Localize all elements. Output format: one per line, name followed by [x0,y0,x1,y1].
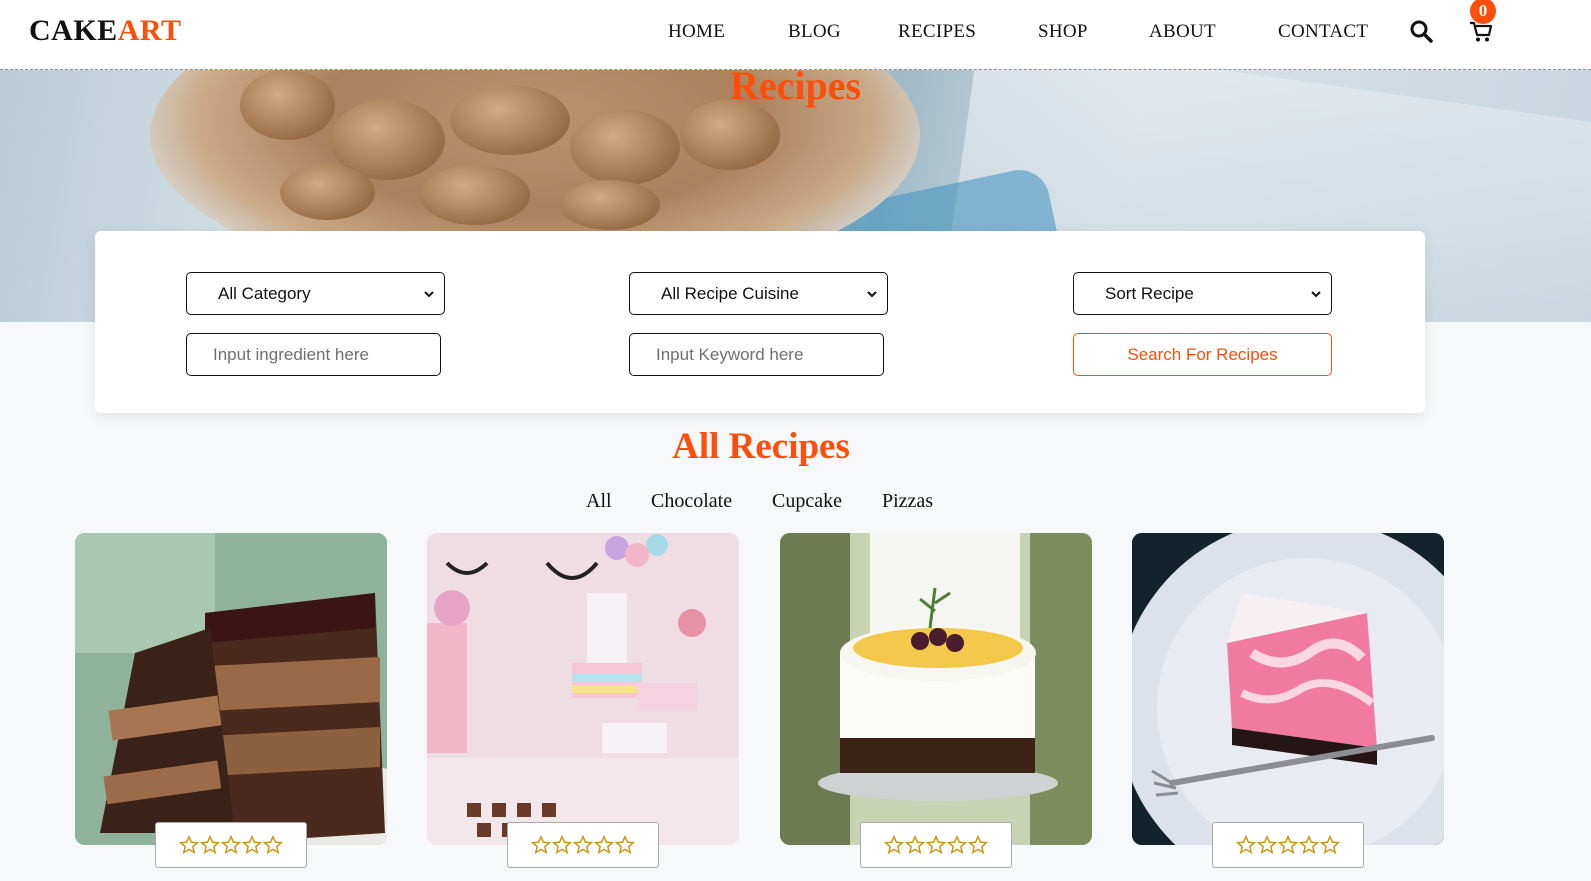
recipe-search-panel: All Category All Recipe Cuisine Sort Rec… [95,231,1425,413]
cuisine-select[interactable]: All Recipe Cuisine [629,272,888,315]
rating-stars [155,822,307,868]
star-outline-icon[interactable] [531,835,551,855]
ingredient-input[interactable] [213,344,440,365]
cuisine-select-value: All Recipe Cuisine [661,283,799,303]
star-outline-icon[interactable] [242,835,262,855]
star-outline-icon[interactable] [947,835,967,855]
filter-tab-chocolate[interactable]: Chocolate [651,490,732,513]
star-outline-icon[interactable] [615,835,635,855]
star-outline-icon[interactable] [221,835,241,855]
recipe-card-image[interactable] [780,533,1092,845]
fruit-topped-cake-image [780,533,1092,845]
star-outline-icon[interactable] [1278,835,1298,855]
star-outline-icon[interactable] [1236,835,1256,855]
star-outline-icon[interactable] [573,835,593,855]
keyword-input[interactable] [656,344,883,365]
recipe-card-image[interactable] [427,533,739,845]
recipe-card-image[interactable] [75,533,387,845]
chocolate-cake-image [75,533,387,845]
recipe-card-image[interactable] [1132,533,1444,845]
walnut [560,180,660,230]
star-outline-icon[interactable] [263,835,283,855]
rating-stars [1212,822,1364,868]
star-outline-icon[interactable] [552,835,572,855]
walnut [680,100,780,170]
category-select[interactable]: All Category [186,272,445,315]
nav-about[interactable]: ABOUT [1149,21,1216,43]
star-outline-icon[interactable] [1320,835,1340,855]
chevron-down-icon [867,291,877,298]
hero-title: Recipes [729,70,862,108]
filter-tab-pizzas[interactable]: Pizzas [882,490,933,513]
nav-home[interactable]: HOME [668,21,725,43]
search-recipes-button[interactable]: Search For Recipes [1073,333,1332,376]
star-outline-icon[interactable] [200,835,220,855]
star-outline-icon[interactable] [594,835,614,855]
walnut [280,165,375,220]
category-select-value: All Category [218,283,311,303]
filter-tab-all[interactable]: All [586,490,612,513]
star-outline-icon[interactable] [1299,835,1319,855]
pink-cheesecake-image [1132,533,1444,845]
chevron-down-icon [1311,291,1321,298]
ingredient-input-wrapper [186,333,441,376]
brand-logo[interactable]: CAKEART [29,14,181,48]
rating-stars [860,822,1012,868]
section-title: All Recipes [672,426,850,467]
party-dessert-table-image [427,533,739,845]
chevron-down-icon [424,291,434,298]
navbar: CAKEART HOME BLOG RECIPES SHOP ABOUT CON… [0,0,1591,70]
star-outline-icon[interactable] [179,835,199,855]
brand-name-part2: ART [117,14,182,47]
star-outline-icon[interactable] [905,835,925,855]
filter-tab-cupcake[interactable]: Cupcake [772,490,842,513]
nav-contact[interactable]: CONTACT [1278,21,1368,43]
star-outline-icon[interactable] [1257,835,1277,855]
walnut [570,110,680,185]
star-outline-icon[interactable] [884,835,904,855]
star-outline-icon[interactable] [926,835,946,855]
walnut [420,165,530,225]
nav-blog[interactable]: BLOG [788,21,841,43]
nav-recipes[interactable]: RECIPES [898,21,976,43]
sort-select[interactable]: Sort Recipe [1073,272,1332,315]
sort-select-value: Sort Recipe [1105,283,1194,303]
search-icon[interactable] [1409,19,1433,43]
nav-shop[interactable]: SHOP [1038,21,1088,43]
rating-stars [507,822,659,868]
keyword-input-wrapper [629,333,884,376]
brand-name-part1: CAKE [29,14,118,47]
star-outline-icon[interactable] [968,835,988,855]
